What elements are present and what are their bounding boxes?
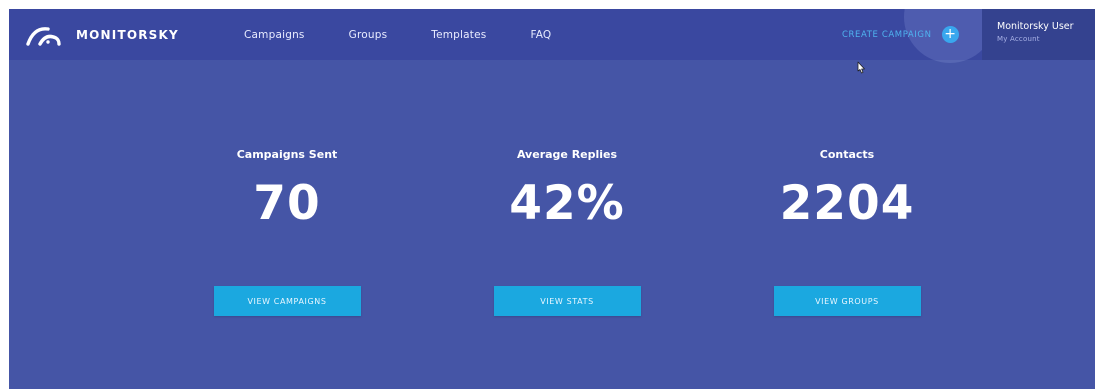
my-account-link[interactable]: My Account	[997, 35, 1095, 43]
nav-link-groups[interactable]: Groups	[349, 29, 388, 41]
main-nav: Campaigns Groups Templates FAQ	[244, 9, 595, 60]
stat-label: Campaigns Sent	[236, 148, 338, 161]
mouse-pointer-icon	[857, 61, 865, 74]
brand-name: MONITORSKY	[76, 27, 179, 42]
nav-link-faq[interactable]: FAQ	[530, 29, 551, 41]
top-navigation-bar: MONITORSKY Campaigns Groups Templates FA…	[9, 9, 1095, 63]
view-campaigns-button[interactable]: VIEW CAMPAIGNS	[213, 286, 361, 316]
plus-icon: +	[941, 26, 959, 43]
stat-value: 2204	[779, 176, 915, 231]
view-groups-button[interactable]: VIEW GROUPS	[773, 286, 921, 316]
create-campaign-button[interactable]: CREATE CAMPAIGN +	[842, 9, 996, 63]
nav-link-templates[interactable]: Templates	[431, 29, 486, 41]
stat-campaigns-sent: Campaigns Sent 70 VIEW CAMPAIGNS	[157, 148, 417, 316]
stat-contacts: Contacts 2204 VIEW GROUPS	[717, 148, 977, 316]
nav-link-campaigns[interactable]: Campaigns	[244, 29, 305, 41]
stat-label: Average Replies	[516, 148, 618, 161]
stat-average-replies: Average Replies 42% VIEW STATS	[437, 148, 697, 316]
account-menu[interactable]: Monitorsky User My Account	[982, 9, 1095, 60]
stat-label: Contacts	[819, 148, 875, 161]
app-frame: MONITORSKY Campaigns Groups Templates FA…	[9, 9, 1095, 389]
brand[interactable]: MONITORSKY	[26, 9, 179, 60]
stat-value: 42%	[509, 176, 625, 231]
monitorsky-logo-icon	[26, 26, 61, 46]
user-name: Monitorsky User	[997, 21, 1074, 32]
create-campaign-label: CREATE CAMPAIGN	[842, 29, 932, 40]
stat-value: 70	[253, 176, 321, 231]
view-stats-button[interactable]: VIEW STATS	[493, 286, 641, 316]
